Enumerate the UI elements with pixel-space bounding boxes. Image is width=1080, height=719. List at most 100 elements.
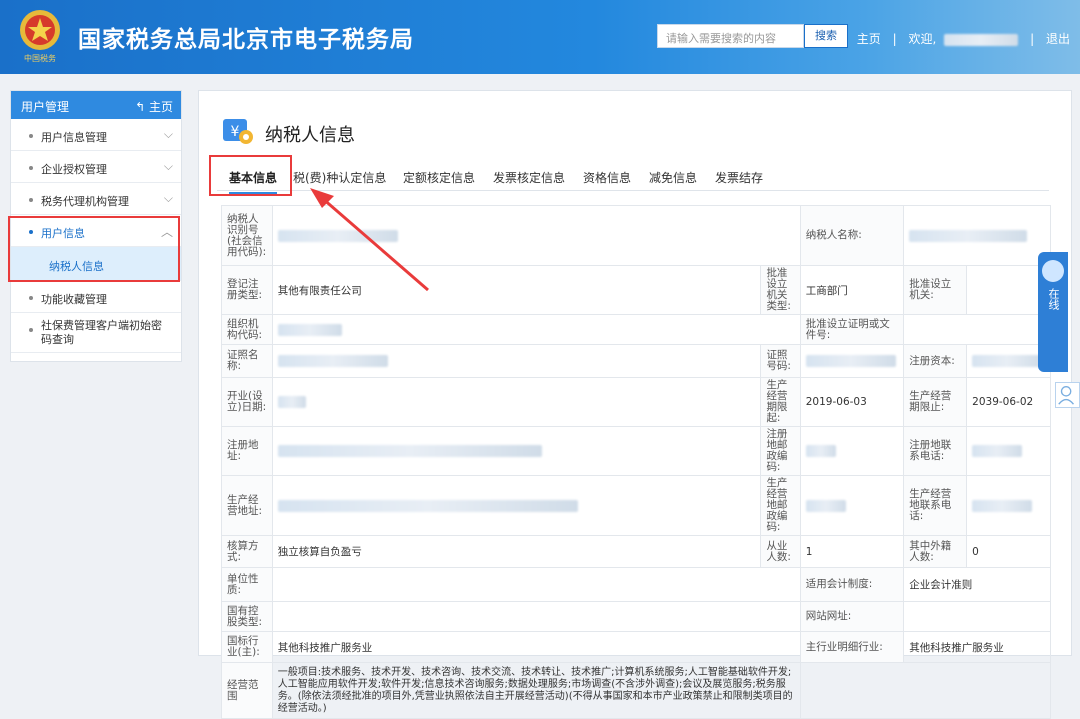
field-value: 其他科技推广服务业	[903, 631, 1051, 663]
field-label: 网站网址:	[799, 601, 905, 632]
field-value	[966, 475, 1051, 536]
tab-invoice-balance[interactable]: 发票结存	[715, 169, 763, 186]
top-links: 主页 | 欢迎, | 退出	[856, 32, 1070, 46]
home-link[interactable]: 主页	[857, 32, 881, 46]
service-avatar-icon	[1042, 260, 1064, 282]
sidebar-item-social-security-password[interactable]: 社保费管理客户端初始密码查询	[11, 313, 181, 353]
field-label: 国有控股类型:	[221, 601, 273, 632]
field-label: 主行业明细行业:	[799, 631, 905, 663]
sidebar-item-user-info-mgmt[interactable]: 用户信息管理 ⌵	[11, 119, 181, 151]
field-label: 生产经营期限止:	[903, 377, 968, 427]
field-value	[271, 601, 801, 632]
field-value	[799, 426, 905, 476]
field-label: 国标行业(主):	[221, 631, 273, 663]
field-value	[271, 426, 762, 476]
taxpayer-id-value	[271, 205, 801, 266]
field-value	[271, 377, 762, 427]
field-label: 生产经营期限起:	[760, 377, 801, 427]
sidebar-home-button[interactable]: ↰ 主页	[135, 98, 173, 115]
field-label: 组织机构代码:	[221, 314, 273, 345]
tab-tax-type-info[interactable]: 税(费)种认定信息	[293, 169, 386, 186]
tab-invoice-approval-info[interactable]: 发票核定信息	[493, 169, 565, 186]
field-label: 核算方式:	[221, 535, 273, 568]
field-label: 批准设立机关类型:	[760, 265, 801, 315]
person-icon[interactable]	[1055, 382, 1080, 408]
field-label: 生产经营地址:	[221, 475, 273, 536]
welcome-text: 欢迎,	[908, 32, 937, 46]
field-label: 纳税人名称:	[799, 205, 905, 266]
business-scope-value: 一般项目:技术服务、技术开发、技术咨询、技术交流、技术转让、技术推广;计算机系统…	[271, 662, 801, 719]
taxpayer-info-icon: ¥	[223, 119, 253, 144]
field-label: 批准设立证明或文件号:	[799, 314, 905, 345]
sidebar-item-enterprise-auth[interactable]: 企业授权管理 ⌵	[11, 151, 181, 183]
field-label: 纳税人识别号(社会信用代码):	[221, 205, 273, 266]
field-value: 独立核算自负盈亏	[271, 535, 762, 568]
field-label: 注册地邮政编码:	[760, 426, 801, 476]
table-row: 组织机构代码: 批准设立证明或文件号:	[221, 314, 1051, 345]
search-button[interactable]: 搜索	[804, 24, 848, 48]
table-row: 注册地址: 注册地邮政编码: 注册地联系电话:	[221, 426, 1051, 476]
highlight-box-tab	[209, 155, 292, 196]
field-value	[271, 314, 801, 345]
field-label: 证照名称:	[221, 344, 273, 378]
field-value: 2019-06-03	[799, 377, 905, 427]
field-value: 1	[799, 535, 905, 568]
field-value: 2039-06-02	[966, 377, 1051, 427]
top-header: 中国税务 国家税务总局北京市电子税务局 请输入需要搜索的内容 搜索 主页 | 欢…	[0, 0, 1080, 74]
emblem-caption: 中国税务	[24, 53, 56, 63]
field-value	[271, 567, 801, 602]
table-row: 生产经营地址: 生产经营地邮政编码: 生产经营地联系电话:	[221, 475, 1051, 536]
tax-emblem-icon: 中国税务	[20, 10, 60, 63]
field-value: 0	[966, 535, 1051, 568]
page-title: 纳税人信息	[265, 125, 355, 146]
field-label: 生产经营地联系电话:	[903, 475, 968, 536]
field-value	[799, 475, 905, 536]
table-row: 国标行业(主): 其他科技推广服务业 主行业明细行业: 其他科技推广服务业	[221, 631, 1051, 663]
field-value: 其他有限责任公司	[271, 265, 762, 315]
field-value: 企业会计准则	[903, 567, 1051, 602]
field-label: 其中外籍人数:	[903, 535, 968, 568]
search-input[interactable]: 请输入需要搜索的内容	[657, 24, 804, 48]
online-service-button[interactable]: 在线	[1038, 252, 1068, 372]
sidebar-item-agent-mgmt[interactable]: 税务代理机构管理 ⌵	[11, 183, 181, 215]
table-row: 登记注册类型: 其他有限责任公司 批准设立机关类型: 工商部门 批准设立机关:	[221, 265, 1051, 315]
tab-qualification-info[interactable]: 资格信息	[583, 169, 631, 186]
field-label: 注册资本:	[903, 344, 968, 378]
field-label: 登记注册类型:	[221, 265, 273, 315]
sidebar-item-favorites[interactable]: 功能收藏管理	[11, 281, 181, 313]
taxpayer-basic-info-table: 纳税人识别号(社会信用代码): 纳税人名称: 登记注册类型: 其他有限责任公司 …	[221, 205, 1052, 719]
chevron-down-icon: ⌵	[163, 127, 173, 141]
field-label: 证照号码:	[760, 344, 801, 378]
chevron-down-icon: ⌵	[163, 159, 173, 173]
table-row: 经营范围 一般项目:技术服务、技术开发、技术咨询、技术交流、技术转让、技术推广;…	[221, 662, 1052, 719]
field-value	[903, 314, 1051, 345]
field-label: 注册地联系电话:	[903, 426, 968, 476]
sidebar-header: 用户管理 ↰ 主页	[11, 91, 181, 119]
field-label: 从业人数:	[760, 535, 801, 568]
main-panel: ¥ 纳税人信息 基本信息 税(费)种认定信息 定额核定信息 发票核定信息 资格信…	[198, 90, 1072, 719]
field-value	[271, 475, 762, 536]
field-label: 生产经营地邮政编码:	[760, 475, 801, 536]
tab-exemption-info[interactable]: 减免信息	[649, 169, 697, 186]
svg-text:¥: ¥	[231, 124, 240, 140]
user-name-redacted	[944, 33, 1019, 46]
taxpayer-name-value	[903, 205, 1051, 266]
field-value	[903, 601, 1051, 632]
logout-link[interactable]: 退出	[1046, 32, 1070, 46]
table-row: 证照名称: 证照号码: 注册资本:	[221, 344, 1051, 378]
field-value: 其他科技推广服务业	[271, 631, 801, 663]
table-row: 纳税人识别号(社会信用代码): 纳税人名称:	[221, 205, 1051, 266]
tab-quota-info[interactable]: 定额核定信息	[403, 169, 475, 186]
table-row: 核算方式: 独立核算自负盈亏 从业人数: 1 其中外籍人数: 0	[221, 535, 1051, 568]
field-value: 工商部门	[799, 265, 905, 315]
highlight-box-sidebar	[8, 216, 180, 282]
field-value	[799, 344, 905, 378]
tab-bar: 基本信息 税(费)种认定信息 定额核定信息 发票核定信息 资格信息 减免信息 发…	[217, 163, 1049, 194]
field-label: 注册地址:	[221, 426, 273, 476]
chevron-down-icon: ⌵	[163, 191, 173, 205]
field-label: 批准设立机关:	[903, 265, 968, 315]
field-value	[966, 426, 1051, 476]
sidebar-title: 用户管理	[21, 100, 70, 114]
field-label: 开业(设立)日期:	[221, 377, 273, 427]
table-row: 单位性质: 适用会计制度: 企业会计准则	[221, 567, 1051, 602]
